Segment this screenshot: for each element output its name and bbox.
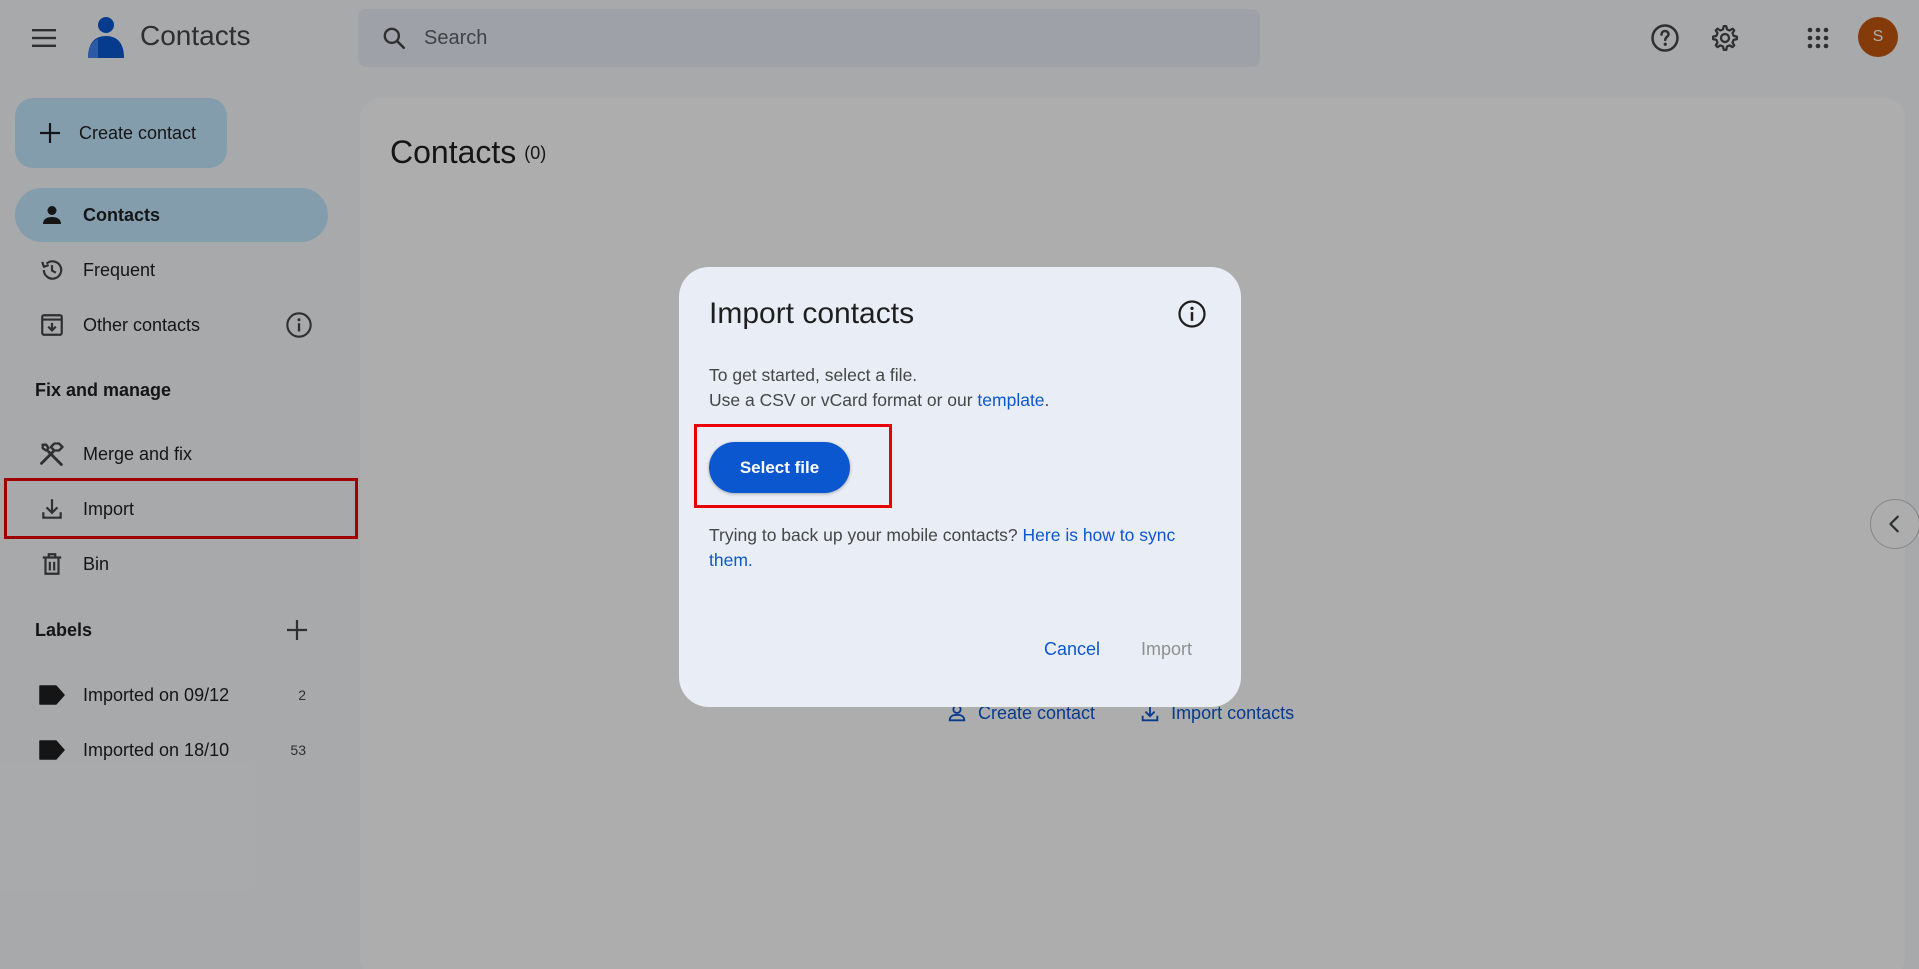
line2-prefix: Use a CSV or vCard format or our	[709, 390, 978, 410]
sync-prefix: Trying to back up your mobile contacts?	[709, 525, 1023, 545]
select-file-highlight-box	[694, 424, 892, 508]
dialog-instructions: To get started, select a file. Use a CSV…	[709, 363, 1209, 413]
cancel-button[interactable]: Cancel	[1044, 639, 1100, 660]
instructions-line-1: To get started, select a file.	[709, 365, 918, 385]
sync-suffix: .	[747, 550, 753, 570]
info-icon	[1178, 300, 1206, 328]
line2-suffix: .	[1044, 390, 1050, 410]
dialog-title: Import contacts	[709, 297, 915, 330]
dialog-info-button[interactable]	[1174, 296, 1210, 332]
sync-hint: Trying to back up your mobile contacts? …	[709, 523, 1209, 573]
instructions-line-2: Use a CSV or vCard format or our templat…	[709, 388, 1209, 413]
import-button[interactable]: Import	[1141, 639, 1192, 660]
template-link[interactable]: template	[977, 390, 1044, 410]
